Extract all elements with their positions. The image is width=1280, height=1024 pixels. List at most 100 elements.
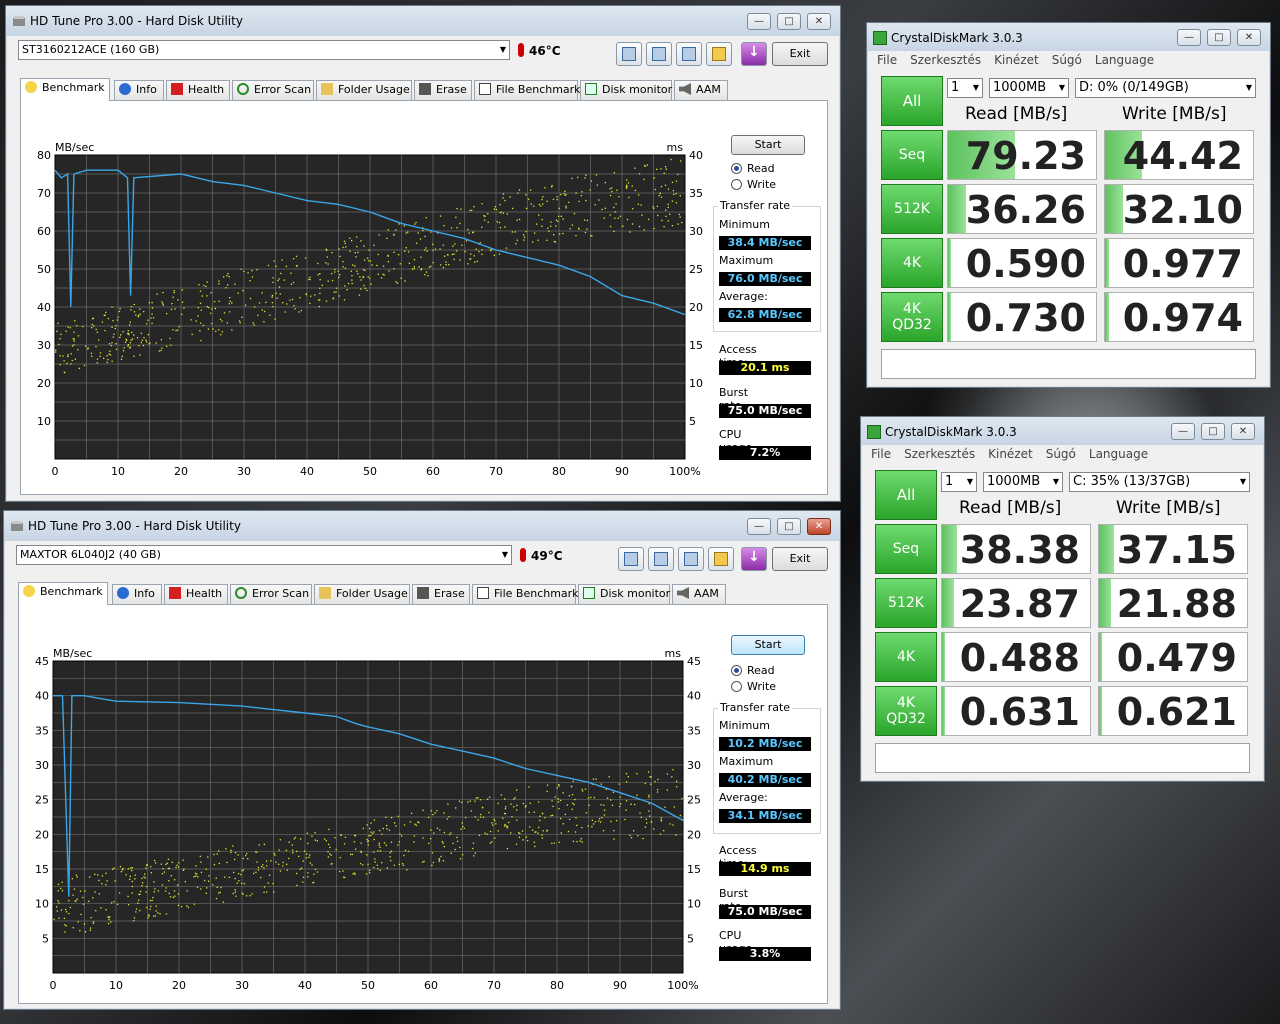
write-result-value: 0.479: [1116, 636, 1237, 680]
tab-disk-monitor[interactable]: Disk monitor: [580, 80, 672, 100]
minimize-button[interactable]: —: [747, 518, 771, 535]
tab-erase[interactable]: Erase: [412, 584, 470, 604]
drive-select[interactable]: MAXTOR 6L040J2 (40 GB) ▼: [16, 545, 512, 565]
save-button[interactable]: [676, 42, 702, 66]
maximize-button[interactable]: □: [777, 518, 801, 535]
title-bar[interactable]: CrystalDiskMark 3.0.3 — □ ✕: [861, 417, 1264, 445]
close-button[interactable]: ✕: [1231, 423, 1255, 440]
all-button[interactable]: All: [881, 76, 943, 126]
tab-file-benchmark[interactable]: File Benchmark: [474, 80, 581, 100]
close-button[interactable]: ✕: [807, 13, 831, 30]
title-bar[interactable]: HD Tune Pro 3.00 - Hard Disk Utility — □…: [6, 6, 840, 36]
minimize-button[interactable]: —: [1177, 29, 1201, 46]
maximize-button[interactable]: □: [1201, 423, 1225, 440]
size-select[interactable]: 1000MB ▼: [983, 472, 1063, 492]
access-point: [243, 882, 246, 885]
menu-edit[interactable]: Szerkesztés: [910, 53, 981, 67]
menu-help[interactable]: Súgó: [1052, 53, 1082, 67]
test-button-3[interactable]: 4K QD32: [875, 686, 937, 736]
access-point: [562, 232, 564, 235]
runs-select[interactable]: 1 ▼: [947, 78, 983, 98]
access-point: [270, 860, 272, 862]
access-point: [263, 843, 266, 846]
access-point: [174, 895, 176, 897]
tab-aam[interactable]: AAM: [674, 80, 728, 100]
maximize-button[interactable]: □: [777, 13, 801, 30]
tab-error-scan[interactable]: Error Scan: [232, 80, 314, 100]
tab-disk-monitor[interactable]: Disk monitor: [578, 584, 670, 604]
access-point: [340, 834, 342, 837]
menu-language[interactable]: Language: [1089, 447, 1148, 461]
read-radio[interactable]: Read: [731, 664, 775, 677]
access-point: [530, 203, 532, 205]
tab-aam[interactable]: AAM: [672, 584, 726, 604]
access-point: [450, 227, 453, 229]
copy-info-button[interactable]: [616, 42, 642, 66]
access-point: [63, 371, 66, 373]
menu-language[interactable]: Language: [1095, 53, 1154, 67]
menu-file[interactable]: File: [877, 53, 897, 67]
close-button[interactable]: ✕: [807, 518, 831, 535]
exit-button[interactable]: Exit: [772, 42, 828, 66]
all-button[interactable]: All: [875, 470, 937, 520]
tab-health[interactable]: Health: [166, 80, 230, 100]
options-button[interactable]: [708, 547, 734, 571]
drive-select[interactable]: C: 35% (13/37GB) ▼: [1069, 472, 1250, 492]
test-button-2[interactable]: 4K: [875, 632, 937, 682]
maximize-button[interactable]: □: [1207, 29, 1231, 46]
test-button-1[interactable]: 512K: [881, 184, 943, 234]
access-point: [258, 844, 260, 846]
write-radio[interactable]: Write: [731, 680, 776, 693]
read-radio[interactable]: Read: [731, 162, 775, 175]
save-button[interactable]: [678, 547, 704, 571]
test-button-3[interactable]: 4K QD32: [881, 292, 943, 342]
copy-screenshot-button[interactable]: [648, 547, 674, 571]
y-tick-label: 40: [37, 301, 51, 314]
tab-file-benchmark[interactable]: File Benchmark: [472, 584, 579, 604]
start-button[interactable]: Start: [731, 635, 805, 655]
test-button-0[interactable]: Seq: [881, 130, 943, 180]
menu-edit[interactable]: Szerkesztés: [904, 447, 975, 461]
access-point: [675, 834, 677, 836]
menu-theme[interactable]: Kinézet: [994, 53, 1039, 67]
tab-benchmark[interactable]: Benchmark: [20, 78, 110, 101]
title-bar[interactable]: CrystalDiskMark 3.0.3 — □ ✕: [867, 23, 1270, 51]
tab-folder-usage[interactable]: Folder Usage: [314, 584, 410, 604]
tab-erase[interactable]: Erase: [414, 80, 472, 100]
tab-benchmark[interactable]: Benchmark: [18, 582, 108, 605]
drive-select[interactable]: ST3160212ACE (160 GB) ▼: [18, 40, 510, 60]
close-button[interactable]: ✕: [1237, 29, 1261, 46]
download-button[interactable]: ↓: [741, 42, 767, 66]
test-button-0[interactable]: Seq: [875, 524, 937, 574]
test-button-1[interactable]: 512K: [875, 578, 937, 628]
copy-screenshot-button[interactable]: [646, 42, 672, 66]
access-point: [514, 231, 516, 233]
options-button[interactable]: [706, 42, 732, 66]
menu-file[interactable]: File: [871, 447, 891, 461]
access-point: [422, 809, 424, 811]
tab-info[interactable]: Info: [114, 80, 164, 100]
tab-info[interactable]: Info: [112, 584, 162, 604]
download-button[interactable]: ↓: [741, 547, 767, 571]
test-button-2[interactable]: 4K: [881, 238, 943, 288]
tab-error-scan[interactable]: Error Scan: [230, 584, 312, 604]
size-select[interactable]: 1000MB ▼: [989, 78, 1069, 98]
menu-help[interactable]: Súgó: [1046, 447, 1076, 461]
minimize-button[interactable]: —: [1171, 423, 1195, 440]
access-point: [307, 876, 309, 878]
menu-theme[interactable]: Kinézet: [988, 447, 1033, 461]
copy-info-button[interactable]: [618, 547, 644, 571]
tab-folder-usage[interactable]: Folder Usage: [316, 80, 412, 100]
runs-select[interactable]: 1 ▼: [941, 472, 977, 492]
access-point: [395, 281, 397, 283]
title-bar[interactable]: HD Tune Pro 3.00 - Hard Disk Utility — □…: [4, 511, 840, 541]
minimize-button[interactable]: —: [747, 13, 771, 30]
write-radio[interactable]: Write: [731, 178, 776, 191]
x-tick-label: 60: [424, 979, 438, 992]
start-button[interactable]: Start: [731, 135, 805, 155]
y-right-tick-label: 10: [689, 377, 703, 390]
access-point: [115, 342, 117, 345]
drive-select[interactable]: D: 0% (0/149GB) ▼: [1075, 78, 1256, 98]
tab-health[interactable]: Health: [164, 584, 228, 604]
exit-button[interactable]: Exit: [772, 547, 828, 571]
